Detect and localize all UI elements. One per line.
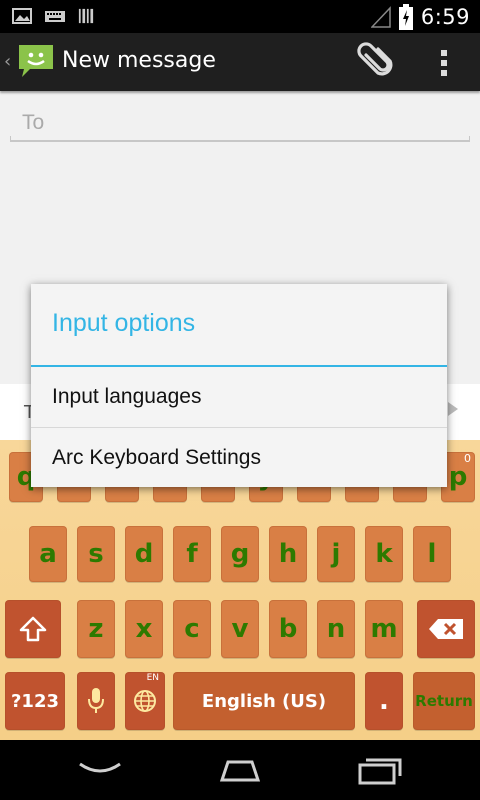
key-x[interactable]: x <box>125 600 163 658</box>
key-z[interactable]: z <box>77 600 115 658</box>
status-bar: 6:59 <box>0 0 480 33</box>
shift-key[interactable] <box>5 600 61 658</box>
backspace-key[interactable] <box>417 600 475 658</box>
battery-icon <box>398 4 413 30</box>
key-b[interactable]: b <box>269 600 307 658</box>
status-icons: 6:59 <box>370 4 470 30</box>
to-placeholder: To <box>22 111 45 134</box>
key-label: n <box>326 614 346 644</box>
notification-icons <box>12 7 94 25</box>
key-label: . <box>379 686 389 716</box>
language-key[interactable]: EN <box>125 672 165 730</box>
to-underline <box>10 136 470 142</box>
key-label: d <box>134 539 154 569</box>
key-hint: 0 <box>464 452 471 465</box>
key-label: h <box>278 539 298 569</box>
page-title: New message <box>62 48 216 73</box>
key-label: j <box>331 539 341 569</box>
mic-icon <box>88 688 104 713</box>
key-c[interactable]: c <box>173 600 211 658</box>
key-label: k <box>375 539 393 569</box>
clock: 6:59 <box>420 5 470 29</box>
return-key[interactable]: Return <box>413 672 475 730</box>
send-icon[interactable] <box>446 400 460 418</box>
home-icon[interactable] <box>210 754 270 786</box>
key-label: f <box>186 539 198 569</box>
menu-item-label: Arc Keyboard Settings <box>52 446 261 469</box>
key-label: Return <box>415 692 473 710</box>
menu-item-input-languages[interactable]: Input languages <box>31 367 447 427</box>
signal-icon <box>370 6 391 28</box>
key-label: b <box>278 614 298 644</box>
globe-icon <box>134 690 156 712</box>
keyboard-icon <box>45 11 65 22</box>
up-caret-icon[interactable]: ‹ <box>4 51 11 72</box>
messaging-app-icon[interactable] <box>16 43 56 79</box>
shift-icon <box>19 616 47 642</box>
action-bar: ‹ New message <box>0 33 480 91</box>
key-n[interactable]: n <box>317 600 355 658</box>
key-label: x <box>135 614 153 644</box>
key-label: v <box>231 614 249 644</box>
key-label: g <box>230 539 250 569</box>
key-label: s <box>88 539 104 569</box>
key-f[interactable]: f <box>173 526 211 582</box>
backspace-icon <box>429 619 463 639</box>
key-label: p <box>448 462 468 492</box>
space-key[interactable]: English (US) <box>173 672 355 730</box>
key-label: English (US) <box>201 690 327 712</box>
key-k[interactable]: k <box>365 526 403 582</box>
key-label: a <box>39 539 57 569</box>
key-label: ?123 <box>10 690 59 712</box>
overflow-menu-icon[interactable] <box>434 46 454 80</box>
symbols-key[interactable]: ?123 <box>5 672 65 730</box>
barcode-icon <box>78 8 94 24</box>
period-key[interactable]: . <box>365 672 403 730</box>
key-h[interactable]: h <box>269 526 307 582</box>
navigation-bar <box>0 740 480 800</box>
key-a[interactable]: a <box>29 526 67 582</box>
key-label: c <box>184 614 200 644</box>
image-icon <box>12 8 32 24</box>
menu-item-label: Input languages <box>52 385 202 408</box>
recents-icon[interactable] <box>350 754 410 786</box>
key-v[interactable]: v <box>221 600 259 658</box>
dialog-title: Input options <box>52 309 196 337</box>
key-label: z <box>88 614 104 644</box>
menu-item-arc-keyboard-settings[interactable]: Arc Keyboard Settings <box>31 428 447 488</box>
key-l[interactable]: l <box>413 526 451 582</box>
key-label: m <box>370 614 398 644</box>
back-icon[interactable] <box>70 754 130 786</box>
key-g[interactable]: g <box>221 526 259 582</box>
to-field[interactable]: To <box>10 108 470 142</box>
key-j[interactable]: j <box>317 526 355 582</box>
key-d[interactable]: d <box>125 526 163 582</box>
language-hint: EN <box>146 673 159 683</box>
mic-key[interactable] <box>77 672 115 730</box>
key-m[interactable]: m <box>365 600 403 658</box>
key-label: l <box>427 539 437 569</box>
input-options-dialog: Input options Input languages Arc Keyboa… <box>31 284 447 487</box>
key-s[interactable]: s <box>77 526 115 582</box>
attach-icon[interactable] <box>356 41 396 83</box>
